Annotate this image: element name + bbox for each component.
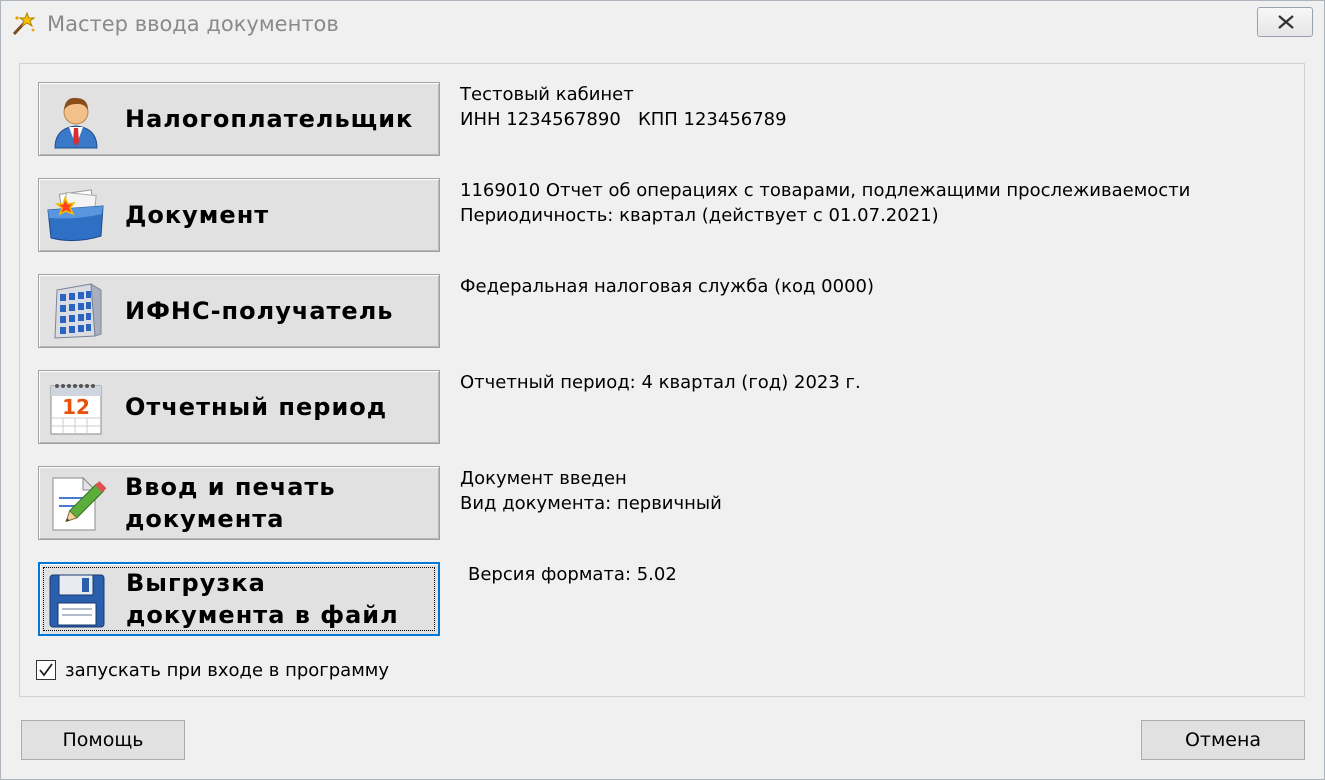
cancel-button[interactable]: Отмена (1141, 720, 1305, 760)
edit-document-pencil-icon (45, 472, 107, 534)
floppy-disk-save-icon (46, 569, 108, 631)
autostart-label: запускать при входе в программу (65, 659, 390, 681)
checkmark-icon (39, 663, 53, 677)
enter-print-label: Ввод и печать документа (125, 467, 435, 539)
enter-print-button[interactable]: Ввод и печать документа (38, 466, 440, 540)
taxpayer-person-icon (45, 88, 107, 150)
wizard-wand-icon (9, 10, 37, 38)
reporting-period-info: Отчетный период: 4 квартал (год) 2023 г. (460, 370, 861, 395)
document-label: Документ (125, 201, 270, 229)
reporting-period-info-line: Отчетный период: 4 квартал (год) 2023 г. (460, 372, 861, 393)
enter-print-info: Документ введен Вид документа: первичный (460, 466, 722, 516)
autostart-option[interactable]: запускать при входе в программу (36, 658, 389, 682)
reporting-period-label: Отчетный период (125, 393, 388, 421)
help-button[interactable]: Помощь (21, 720, 185, 760)
export-file-label-line1: Выгрузка (126, 569, 266, 597)
tax-office-building-icon (45, 280, 107, 342)
taxpayer-info-line: Тестовый кабинет (460, 84, 634, 105)
document-button[interactable]: Документ (38, 178, 440, 252)
document-folder-icon (45, 184, 107, 246)
enter-print-label-line1: Ввод и печать (125, 473, 336, 501)
title-bar[interactable]: Мастер ввода документов (1, 1, 1324, 47)
document-info: 1169010 Отчет об операциях с товарами, п… (460, 178, 1190, 228)
enter-print-label-line2: документа (125, 505, 285, 533)
document-info-line: Периодичность: квартал (действует с 01.0… (460, 205, 939, 226)
enter-print-info-line: Вид документа: первичный (460, 493, 722, 514)
wizard-steps-panel: Налогоплательщик Тестовый кабинет ИНН 12… (19, 63, 1305, 697)
calendar-icon: 12 (45, 376, 107, 438)
taxpayer-info: Тестовый кабинет ИНН 1234567890 КПП 1234… (460, 82, 787, 132)
export-file-label: Выгрузка документа в файл (126, 564, 436, 634)
export-file-label-line2: документа в файл (126, 601, 399, 629)
tax-office-button[interactable]: ИФНС-получатель (38, 274, 440, 348)
wizard-window: Мастер ввода документов Налогоплательщик (0, 0, 1325, 780)
taxpayer-info-line: ИНН 1234567890 КПП 123456789 (460, 109, 787, 130)
tax-office-info: Федеральная налоговая служба (код 0000) (460, 274, 874, 299)
enter-print-info-line: Документ введен (460, 468, 627, 489)
close-button[interactable] (1257, 7, 1313, 37)
close-icon (1278, 15, 1294, 29)
reporting-period-button[interactable]: 12 Отчетный период (38, 370, 440, 444)
tax-office-label: ИФНС-получатель (125, 297, 394, 325)
taxpayer-button[interactable]: Налогоплательщик (38, 82, 440, 156)
export-file-info: Версия формата: 5.02 (468, 562, 677, 587)
window-title: Мастер ввода документов (47, 12, 339, 36)
taxpayer-label: Налогоплательщик (125, 105, 414, 133)
export-file-button[interactable]: Выгрузка документа в файл (38, 562, 440, 636)
tax-office-info-line: Федеральная налоговая служба (код 0000) (460, 276, 875, 297)
calendar-number: 12 (62, 395, 90, 419)
export-file-info-line: Версия формата: 5.02 (468, 564, 677, 585)
document-info-line: 1169010 Отчет об операциях с товарами, п… (460, 180, 1191, 201)
autostart-checkbox[interactable] (36, 660, 56, 680)
